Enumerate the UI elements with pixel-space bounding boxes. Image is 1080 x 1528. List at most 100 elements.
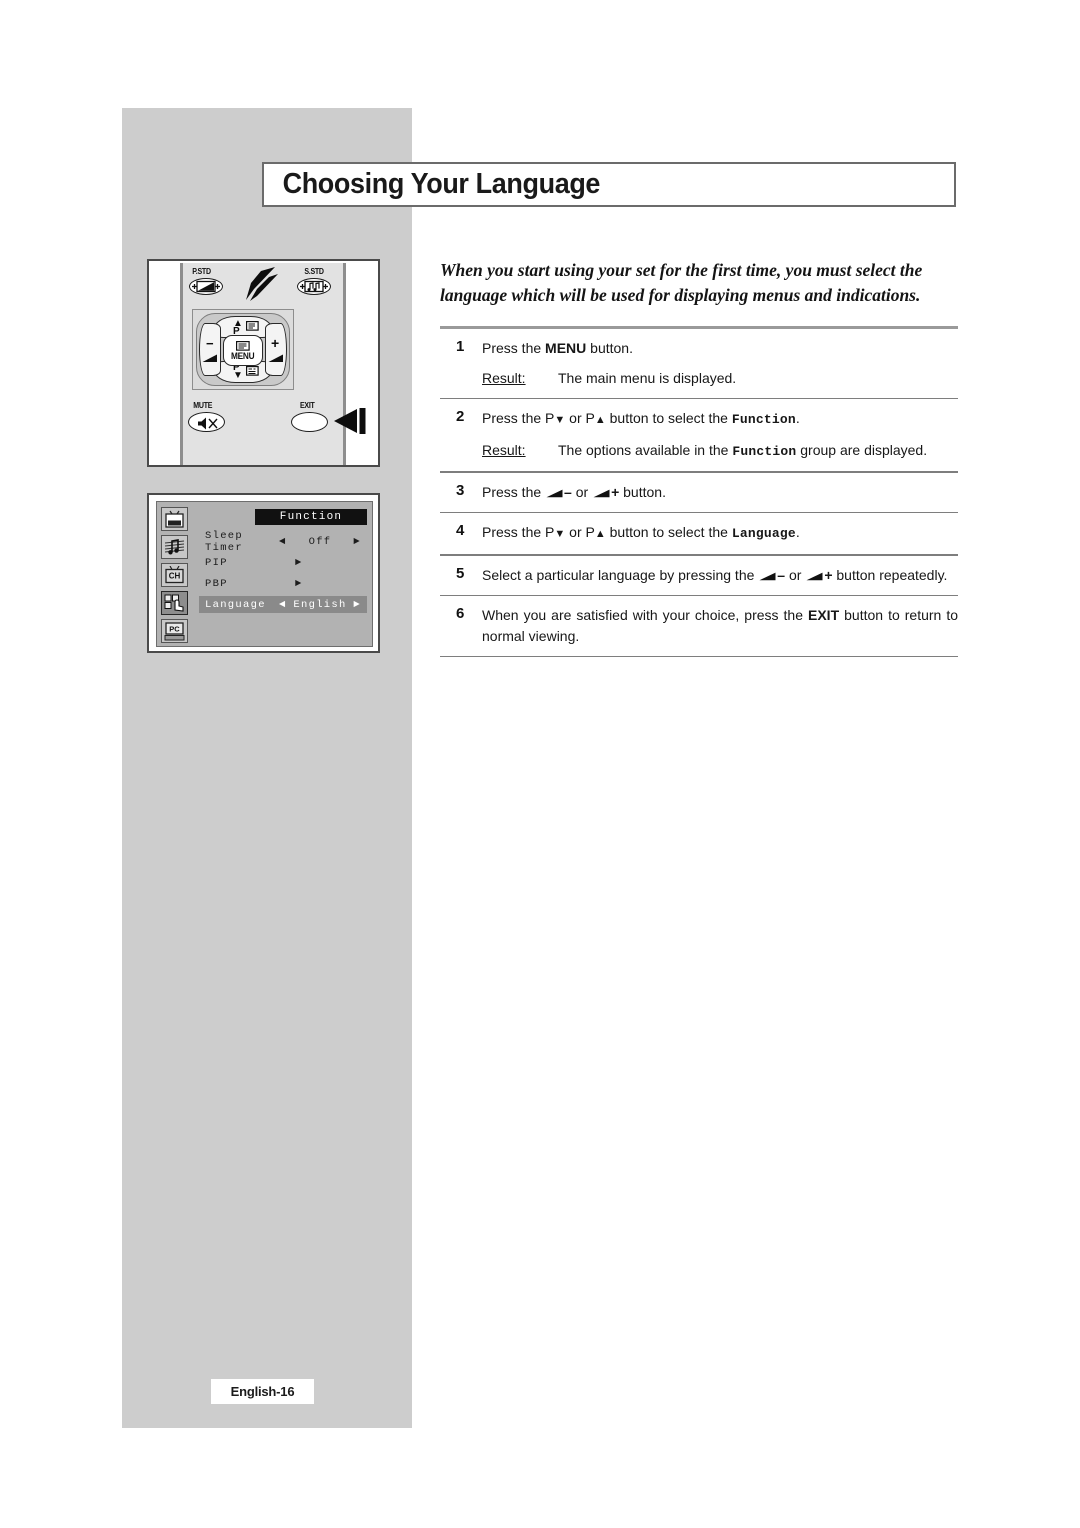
instructions-column: When you start using your set for the fi… — [440, 258, 958, 658]
intro-paragraph: When you start using your set for the fi… — [440, 260, 923, 305]
osd-left-arrow-icon[interactable]: ◄ — [279, 536, 287, 548]
svg-text:CH: CH — [169, 572, 181, 581]
page-title: Choosing Your Language — [282, 168, 601, 200]
sound-icon — [164, 539, 185, 555]
down-triangle-icon: ▼ — [233, 370, 243, 381]
mute-button[interactable] — [188, 412, 225, 432]
step-text-a: Press the P — [482, 410, 555, 427]
menu-button-label: MENU — [231, 350, 255, 361]
p-up-triangle-icon: ▲ — [594, 414, 606, 427]
function-keyword: Function — [732, 444, 797, 460]
volume-wedge-icon-left — [202, 354, 217, 362]
step-text-d: . — [795, 524, 800, 541]
function-keyword: Function — [731, 412, 796, 428]
volume-minus-sign: – — [564, 483, 572, 500]
result-text: The options available in the Function gr… — [558, 440, 958, 462]
step-text: Press the – or + button. — [482, 482, 958, 503]
osd-icon-sidebar: CH PC — [161, 507, 188, 643]
step-text: Select a particular language by pressing… — [482, 565, 958, 586]
osd-screen: CH PC Function Sleep Timer ◄ Off ► PIP ►… — [156, 501, 373, 647]
svg-text:PC: PC — [169, 625, 180, 634]
osd-row-label: PBP — [205, 577, 228, 590]
osd-right-arrow-icon[interactable]: ► — [353, 536, 361, 548]
result-label: Result: — [482, 442, 526, 459]
menu-icon — [236, 340, 250, 351]
sstd-button[interactable] — [297, 278, 331, 295]
osd-row-pip[interactable]: PIP ► — [199, 554, 367, 571]
step-1: 1 Press the MENU button. Result: The mai… — [440, 329, 958, 398]
step-text-a: When you are satisfied with your choice,… — [482, 606, 808, 623]
menu-list-icon-up — [246, 321, 259, 331]
result-line: Result: The main menu is displayed. — [482, 368, 958, 389]
step-text: Press the P▼ or P▲ button to select the … — [482, 408, 958, 462]
step-number: 5 — [456, 564, 465, 582]
mute-icon — [198, 417, 218, 430]
result-label: Result: — [482, 370, 526, 386]
step-6: 6 When you are satisfied with your choic… — [440, 596, 958, 656]
footer-page-chip: English-16 — [211, 1379, 314, 1404]
step-number: 4 — [456, 522, 465, 540]
remote-label-mute: MUTE — [193, 401, 213, 410]
osd-row-value: English — [293, 598, 347, 611]
step-text-b: or P — [565, 524, 595, 541]
sound-standard-icon — [300, 280, 328, 293]
volume-wedge-icon — [806, 572, 823, 580]
function-hand-icon — [164, 594, 184, 612]
osd-right-arrow-icon[interactable]: ► — [353, 599, 361, 611]
p-down-triangle-icon: ▼ — [554, 528, 566, 541]
step-4: 4 Press the P▼ or P▲ button to select th… — [440, 513, 958, 554]
volume-wedge-icon-right — [268, 354, 283, 362]
remote-label-pstd: P.STD — [192, 267, 211, 276]
step-5: 5 Select a particular language by pressi… — [440, 556, 958, 595]
osd-row-language[interactable]: Language ◄ English ► — [199, 596, 367, 613]
exit-keyword: EXIT — [808, 606, 840, 623]
volume-wedge-icon — [546, 489, 563, 497]
osd-row-sleep-timer[interactable]: Sleep Timer ◄ Off ► — [199, 530, 367, 554]
result-text: The main menu is displayed. — [558, 370, 737, 386]
result-text-a: The options available in the — [558, 442, 733, 459]
picture-standard-icon — [192, 280, 220, 293]
osd-left-arrow-icon[interactable]: ◄ — [279, 599, 287, 611]
step-number: 6 — [456, 604, 465, 622]
osd-title: Function — [255, 509, 367, 525]
menu-button[interactable]: MENU — [223, 335, 263, 366]
osd-row-value: Off — [308, 535, 332, 548]
step-text-c: button to select the — [605, 524, 732, 541]
result-line: Result: The options available in the Fun… — [482, 440, 958, 462]
step-text-b: or — [785, 566, 806, 583]
remote-label-exit: EXIT — [299, 401, 315, 410]
menu-list-icon-down — [246, 366, 259, 376]
exit-callout-arrow-icon — [334, 408, 366, 434]
step-number: 1 — [456, 338, 465, 355]
menu-keyword: MENU — [545, 340, 587, 356]
pstd-button[interactable] — [189, 278, 223, 295]
osd-row-label: Language — [205, 598, 266, 611]
step-text-a: Select a particular language by pressing… — [482, 566, 759, 583]
language-keyword: Language — [731, 526, 796, 542]
step-text-a: Press the — [482, 483, 546, 500]
step-number: 2 — [456, 408, 465, 426]
pointer-arrow-icon — [246, 267, 278, 301]
osd-submenu-arrow-icon: ► — [295, 556, 303, 569]
osd-sidebar-item-sound[interactable] — [161, 535, 188, 559]
step-text-c: button to select the — [605, 410, 732, 427]
volume-wedge-icon — [593, 489, 610, 497]
p-down-triangle-icon: ▼ — [554, 414, 566, 427]
osd-sidebar-item-picture[interactable] — [161, 507, 188, 531]
key-left-label: − — [206, 336, 214, 351]
osd-menu-figure: CH PC Function Sleep Timer ◄ Off ► PIP ►… — [147, 493, 380, 653]
step-3: 3 Press the – or + button. — [440, 473, 958, 512]
step-text-a: Press the P — [482, 524, 555, 541]
step-text-c: button repeatedly. — [832, 566, 948, 583]
step-text-before: Press the — [482, 340, 546, 356]
osd-sidebar-item-channel[interactable]: CH — [161, 563, 188, 587]
step-2: 2 Press the P▼ or P▲ button to select th… — [440, 399, 958, 471]
step-divider-6 — [440, 655, 958, 658]
osd-submenu-arrow-icon: ► — [295, 577, 303, 590]
osd-sidebar-item-function[interactable] — [161, 591, 188, 615]
p-up-triangle-icon: ▲ — [594, 528, 606, 541]
osd-sidebar-item-pc[interactable]: PC — [161, 619, 188, 643]
osd-row-pbp[interactable]: PBP ► — [199, 575, 367, 592]
step-text: Press the P▼ or P▲ button to select the … — [482, 522, 958, 545]
step-text-d: . — [795, 410, 800, 427]
